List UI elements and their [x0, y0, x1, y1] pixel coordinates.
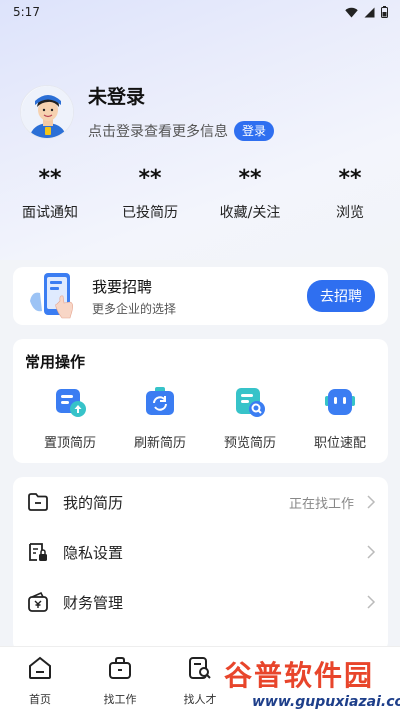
menu-label: 隐私设置: [63, 543, 124, 562]
privacy-lock-icon: [29, 543, 47, 561]
status-icons: [345, 6, 388, 18]
signal-icon: [364, 7, 375, 17]
wifi-icon: [345, 7, 358, 17]
action-label: 职位速配: [313, 436, 366, 451]
action-preview-resume[interactable]: 预览简历: [205, 384, 295, 451]
action-label: 预览简历: [223, 436, 276, 451]
action-label: 刷新简历: [133, 436, 186, 451]
stat-interview-notice[interactable]: ** 面试通知: [0, 164, 100, 222]
stat-label: 收藏/关注: [219, 205, 281, 221]
stat-label: 面试通知: [22, 205, 78, 221]
battery-icon: [381, 6, 388, 18]
stat-submitted-resumes[interactable]: ** 已投简历: [100, 164, 200, 222]
watermark-url: www.gupuxiazai.com: [252, 694, 400, 710]
action-job-match[interactable]: 职位速配: [295, 384, 385, 451]
tab-label: 找工作: [103, 693, 137, 706]
stat-label: 浏览: [336, 205, 364, 221]
username: 未登录: [88, 86, 146, 108]
common-actions-title: 常用操作: [25, 353, 86, 371]
tab-home[interactable]: 首页: [0, 647, 80, 712]
stat-views[interactable]: ** 浏览: [300, 164, 400, 222]
find-talent-icon: [189, 657, 211, 679]
folder-icon: [28, 493, 48, 511]
stat-favorites[interactable]: ** 收藏/关注: [200, 164, 300, 222]
tab-label: 首页: [29, 693, 51, 706]
recruit-title: 我要招聘: [92, 277, 153, 296]
action-refresh-resume[interactable]: 刷新简历: [115, 384, 205, 451]
avatar-illustration: [21, 85, 73, 138]
login-hint[interactable]: 点击登录查看更多信息: [88, 121, 228, 141]
chevron-right-icon: [367, 595, 376, 609]
stat-value: **: [138, 166, 162, 191]
go-recruit-button[interactable]: 去招聘: [307, 280, 375, 312]
home-icon: [29, 656, 51, 679]
recruit-text: 我要招聘 更多企业的选择: [92, 276, 307, 317]
menu-card: 我的简历 正在找工作 隐私设置 财务管理: [13, 477, 388, 652]
status-time: 5:17: [13, 5, 40, 19]
profile-section[interactable]: 未登录 点击登录查看更多信息 登录: [20, 82, 275, 141]
avatar[interactable]: [20, 84, 74, 139]
common-actions-card: 常用操作 置顶简历 刷新简历 预览简历 职位速配: [13, 339, 388, 463]
action-pin-resume[interactable]: 置顶简历: [25, 384, 115, 451]
action-label: 置顶简历: [43, 436, 96, 451]
menu-label: 财务管理: [63, 593, 124, 612]
chevron-right-icon: [367, 495, 376, 509]
stats-row: ** 面试通知 ** 已投简历 ** 收藏/关注 ** 浏览: [0, 164, 400, 222]
refresh-resume-icon: [146, 387, 174, 415]
upload-resume-icon: [56, 389, 86, 417]
login-line: 点击登录查看更多信息 登录: [88, 121, 275, 141]
recruit-card[interactable]: 我要招聘 更多企业的选择 去招聘: [13, 267, 388, 325]
chevron-right-icon: [367, 545, 376, 559]
recruit-subtitle: 更多企业的选择: [92, 301, 177, 316]
menu-extra: 正在找工作: [288, 496, 354, 512]
profile-text: 未登录 点击登录查看更多信息 登录: [88, 82, 275, 141]
menu-label: 我的简历: [63, 493, 124, 512]
stat-label: 已投简历: [122, 205, 178, 221]
watermark-title: 谷普软件园: [224, 659, 375, 692]
common-actions-list: 置顶简历 刷新简历 预览简历 职位速配: [25, 384, 388, 451]
phone-hand-icon: [30, 273, 73, 319]
menu-item-privacy-settings[interactable]: 隐私设置: [27, 527, 388, 577]
wallet-icon: [28, 591, 48, 612]
stat-value: **: [238, 166, 262, 191]
status-bar: 5:17: [0, 0, 400, 24]
login-button[interactable]: 登录: [234, 121, 275, 141]
menu-item-my-resume[interactable]: 我的简历 正在找工作: [27, 477, 388, 527]
stat-value: **: [338, 166, 362, 191]
preview-resume-icon: [236, 388, 265, 417]
robot-match-icon: [325, 389, 355, 415]
stat-value: **: [38, 166, 62, 191]
briefcase-icon: [109, 657, 131, 679]
tab-find-job[interactable]: 找工作: [80, 647, 160, 712]
menu-item-finance[interactable]: 财务管理: [27, 577, 388, 627]
watermark-overlay: 谷普软件园 www.gupuxiazai.com: [222, 654, 400, 712]
recruit-illustration: [26, 271, 82, 321]
